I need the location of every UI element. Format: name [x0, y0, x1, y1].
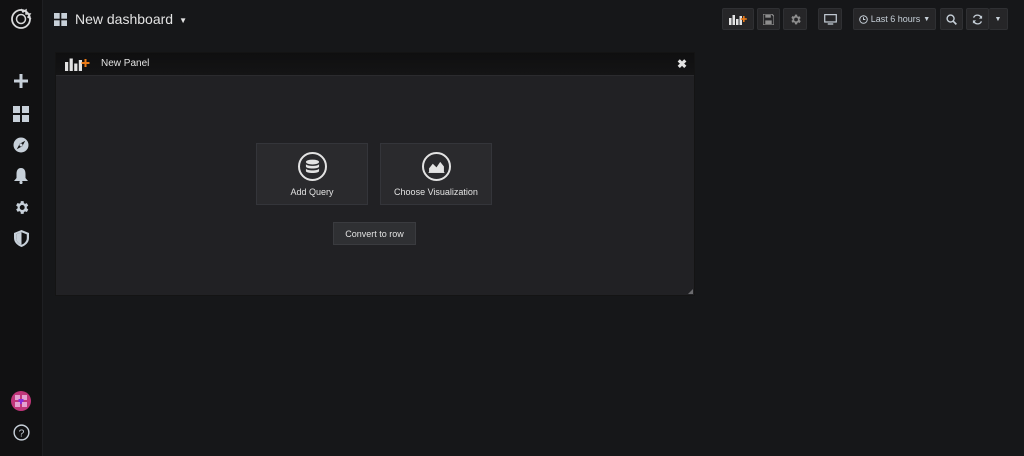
bell-icon[interactable] [0, 161, 42, 191]
zoom-out-button[interactable] [940, 8, 963, 30]
refresh-button[interactable] [966, 8, 989, 30]
add-query-button[interactable]: Add Query [256, 143, 368, 205]
time-range-label: Last 6 hours [870, 14, 921, 24]
add-panel-icon [729, 15, 747, 25]
gear-icon [790, 14, 801, 24]
database-icon [297, 152, 327, 181]
panel-title: New Panel [101, 58, 150, 69]
chevron-down-icon: ▼ [179, 16, 187, 25]
time-range-picker[interactable]: Last 6 hours ▼ [853, 8, 936, 30]
search-icon [946, 13, 957, 25]
save-dashboard-button[interactable] [757, 8, 780, 30]
add-query-label: Add Query [290, 187, 334, 197]
panel-header[interactable]: New Panel ✖ [56, 53, 694, 76]
convert-to-row-button[interactable]: Convert to row [333, 222, 416, 245]
close-icon[interactable]: ✖ [677, 57, 687, 71]
shield-icon[interactable] [0, 223, 42, 253]
gear-icon[interactable] [0, 192, 42, 222]
save-icon [763, 13, 774, 25]
compass-icon[interactable] [0, 130, 42, 160]
dashboard-settings-button[interactable] [783, 8, 807, 30]
dashboards-icon [54, 12, 67, 26]
refresh-icon [972, 14, 983, 24]
create-plus-icon[interactable] [0, 66, 42, 96]
convert-to-row-label: Convert to row [345, 228, 404, 239]
chevron-down-icon: ▼ [923, 15, 931, 23]
add-panel-icon [65, 58, 90, 71]
choose-visualization-button[interactable]: Choose Visualization [380, 143, 492, 205]
dashboards-icon[interactable] [0, 99, 42, 129]
avatar[interactable] [0, 386, 42, 416]
chevron-down-icon: ▼ [994, 15, 1002, 23]
refresh-interval-dropdown[interactable]: ▼ [989, 8, 1008, 30]
dashboard-title: New dashboard [75, 11, 174, 27]
choose-visualization-label: Choose Visualization [394, 187, 478, 197]
new-panel: New Panel ✖ Add Query Choose Visualizati… [55, 52, 695, 296]
add-panel-button[interactable] [722, 8, 754, 30]
cycle-view-mode-button[interactable] [818, 8, 842, 30]
help-icon[interactable]: ? [0, 417, 42, 447]
svg-text:?: ? [18, 428, 24, 439]
clock-icon [858, 14, 868, 24]
monitor-icon [823, 13, 837, 25]
panel-resize-handle[interactable] [688, 289, 693, 294]
area-chart-icon [421, 152, 451, 181]
grafana-logo[interactable] [0, 4, 42, 34]
dashboard-title-picker[interactable]: New dashboard ▼ [54, 9, 187, 29]
sidebar: ? [0, 0, 43, 456]
